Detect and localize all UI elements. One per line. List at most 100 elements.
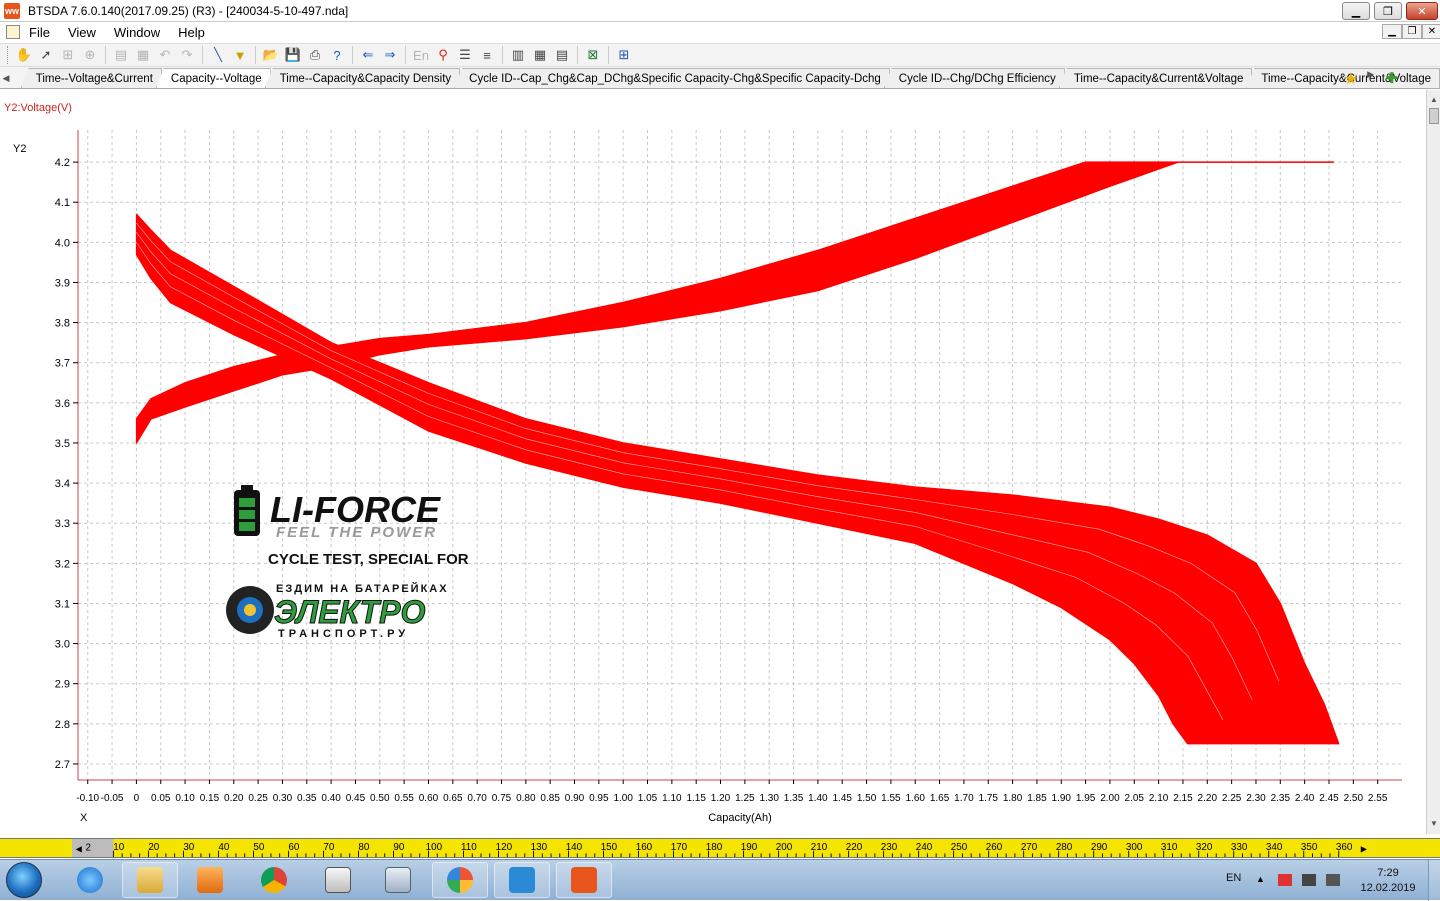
align-left-icon[interactable]: ☰ bbox=[454, 45, 476, 65]
menu-file[interactable]: File bbox=[20, 25, 59, 40]
grid-view-icon[interactable]: ▦ bbox=[529, 45, 551, 65]
volume-icon[interactable] bbox=[1326, 874, 1340, 886]
tab-time-voltage-current[interactable]: Time--Voltage&Current bbox=[20, 68, 162, 88]
tab-time-capacity-density[interactable]: Time--Capacity&Capacity Density bbox=[264, 68, 461, 88]
pan-hand-icon[interactable]: ✋ bbox=[13, 45, 35, 65]
ruler-label: 340 bbox=[1266, 842, 1283, 853]
open-folder-icon[interactable]: 📂 bbox=[260, 45, 282, 65]
paste-chart-icon[interactable]: ▦ bbox=[132, 45, 154, 65]
table-view-icon[interactable]: ▥ bbox=[507, 45, 529, 65]
copy-chart-icon[interactable]: ▤ bbox=[110, 45, 132, 65]
taskbar-paint[interactable] bbox=[432, 862, 488, 898]
print-icon[interactable]: ⎙ bbox=[304, 45, 326, 65]
window-title: BTSDA 7.6.0.140(2017.09.25) (R3) - [2400… bbox=[28, 3, 349, 18]
menu-window[interactable]: Window bbox=[105, 25, 169, 40]
forward-arrow-icon[interactable]: ⇒ bbox=[379, 45, 401, 65]
x-tick-label: 1.45 bbox=[832, 793, 852, 804]
tab-bar: ◀ Time--Voltage&Current Capacity--Voltag… bbox=[0, 67, 1440, 89]
add-tab-icon[interactable]: ✚ bbox=[1385, 69, 1398, 87]
ruler-label: 40 bbox=[218, 842, 229, 853]
y-tick-label: 3.9 bbox=[55, 277, 70, 289]
ruler-left-arrow-icon[interactable]: ◀ bbox=[76, 845, 83, 854]
draw-line-icon[interactable]: ╲ bbox=[207, 45, 229, 65]
mdi-minimize-button[interactable]: ▁ bbox=[1382, 24, 1402, 39]
x-tick-label: 0.90 bbox=[565, 793, 585, 804]
capacity-voltage-chart[interactable]: Y2:Voltage(V) Y2 X Capacity(Ah) 2.7 2.8 2.… bbox=[0, 90, 1426, 834]
show-desktop-button[interactable] bbox=[1428, 860, 1440, 901]
x-tick-label: 0.40 bbox=[321, 793, 341, 804]
x-tick-label: 0.05 bbox=[151, 793, 171, 804]
action-center-icon[interactable] bbox=[1278, 874, 1292, 886]
undo-icon[interactable]: ↶ bbox=[154, 45, 176, 65]
x-tick-label: 2.40 bbox=[1295, 793, 1315, 804]
taskbar-explorer[interactable] bbox=[122, 862, 178, 898]
zoom-area-icon[interactable]: ⊞ bbox=[57, 45, 79, 65]
language-icon[interactable]: En bbox=[410, 45, 432, 65]
tab-time-capacity-current-voltage[interactable]: Time--Capacity&Current&Voltage bbox=[1058, 68, 1253, 88]
taskbar-package[interactable] bbox=[310, 862, 366, 898]
vertical-scrollbar[interactable]: ▲ ▼ bbox=[1426, 90, 1440, 834]
tab-scroll-left-icon[interactable]: ◀ bbox=[0, 68, 12, 88]
save-icon[interactable]: 💾 bbox=[282, 45, 304, 65]
help-icon[interactable]: ? bbox=[326, 45, 348, 65]
watermark-caption: CYCLE TEST, SPECIAL FOR bbox=[268, 551, 469, 568]
tray-expand-icon[interactable]: ▲ bbox=[1256, 874, 1270, 886]
ruler-label: 310 bbox=[1161, 842, 1178, 853]
align-list-icon[interactable]: ≡ bbox=[476, 45, 498, 65]
ruler-label: 290 bbox=[1091, 842, 1108, 853]
menu-view[interactable]: View bbox=[59, 25, 105, 40]
ruler-label: 220 bbox=[846, 842, 863, 853]
menu-help[interactable]: Help bbox=[169, 25, 214, 40]
ruler-label: 30 bbox=[183, 842, 194, 853]
ruler-label: 210 bbox=[811, 842, 828, 853]
chart-area[interactable]: Y2:Voltage(V) Y2 X Capacity(Ah) 2.7 2.8 2.… bbox=[0, 90, 1426, 834]
mdi-close-button[interactable]: ✕ bbox=[1422, 24, 1440, 39]
zoom-icon[interactable]: ⊕ bbox=[79, 45, 101, 65]
ruler-label: 150 bbox=[601, 842, 618, 853]
ruler-label: 360 bbox=[1336, 842, 1353, 853]
tab-cycle-capacity[interactable]: Cycle ID--Cap_Chg&Cap_DChg&Specific Capa… bbox=[454, 68, 890, 88]
list-view-icon[interactable]: ▤ bbox=[551, 45, 573, 65]
scroll-thumb[interactable] bbox=[1429, 108, 1439, 124]
cycle-ruler[interactable]: ◀ ▶ 2 10 20 30 40 50 60 70 80 90 100 110 120 130 140 1… bbox=[0, 838, 1440, 858]
x-tick-label: 1.05 bbox=[638, 793, 658, 804]
clock[interactable]: 7:29 12.02.2019 bbox=[1360, 866, 1416, 896]
marker-pin-icon[interactable]: ⚲ bbox=[432, 45, 454, 65]
x-tick-label: 2.50 bbox=[1344, 793, 1364, 804]
document-icon[interactable] bbox=[6, 25, 20, 39]
scroll-up-icon[interactable]: ▲ bbox=[1428, 92, 1440, 106]
brand-slogan: FEEL THE POWER bbox=[276, 524, 437, 541]
x-tick-label: 0.95 bbox=[589, 793, 609, 804]
favorite-star-icon[interactable]: ★ bbox=[1344, 69, 1358, 89]
keyboard-language[interactable]: EN bbox=[1226, 872, 1241, 884]
x-tick-label: 1.85 bbox=[1027, 793, 1047, 804]
excel-export-icon[interactable]: ⊠ bbox=[582, 45, 604, 65]
start-button[interactable] bbox=[6, 862, 42, 898]
title-bar: ww BTSDA 7.6.0.140(2017.09.25) (R3) - [2… bbox=[0, 0, 1440, 22]
tab-capacity-voltage[interactable]: Capacity--Voltage bbox=[155, 68, 271, 88]
report-icon[interactable]: ⊞ bbox=[613, 45, 635, 65]
tab-cycle-efficiency[interactable]: Cycle ID--Chg/DChg Efficiency bbox=[883, 68, 1065, 88]
minimize-button[interactable]: ▁ bbox=[1342, 2, 1370, 20]
back-arrow-icon[interactable]: ⇐ bbox=[357, 45, 379, 65]
taskbar-calculator[interactable] bbox=[370, 862, 426, 898]
taskbar-btsda[interactable] bbox=[556, 862, 612, 898]
close-button[interactable]: ✕ bbox=[1406, 2, 1438, 20]
taskbar-chrome[interactable] bbox=[246, 862, 302, 898]
x-tick-label: 2.35 bbox=[1271, 793, 1291, 804]
redo-icon[interactable]: ↷ bbox=[176, 45, 198, 65]
toolbar-separator bbox=[577, 46, 578, 64]
taskbar-media[interactable] bbox=[182, 862, 238, 898]
pointer-icon[interactable]: ➚ bbox=[35, 45, 57, 65]
toolbar-grip[interactable] bbox=[7, 46, 10, 64]
maximize-button[interactable]: ❐ bbox=[1374, 2, 1402, 20]
taskbar-btsda-client[interactable] bbox=[494, 862, 550, 898]
tab-scroll-right-icon[interactable]: ▶ bbox=[1367, 69, 1374, 80]
taskbar-ie[interactable] bbox=[62, 862, 118, 898]
network-icon[interactable] bbox=[1302, 874, 1316, 886]
x-tick-label: 0.85 bbox=[540, 793, 560, 804]
mdi-restore-button[interactable]: ❐ bbox=[1402, 24, 1422, 39]
scroll-down-icon[interactable]: ▼ bbox=[1428, 816, 1440, 830]
ruler-right-arrow-icon[interactable]: ▶ bbox=[1361, 845, 1368, 854]
filter-icon[interactable]: ▼ bbox=[229, 45, 251, 65]
